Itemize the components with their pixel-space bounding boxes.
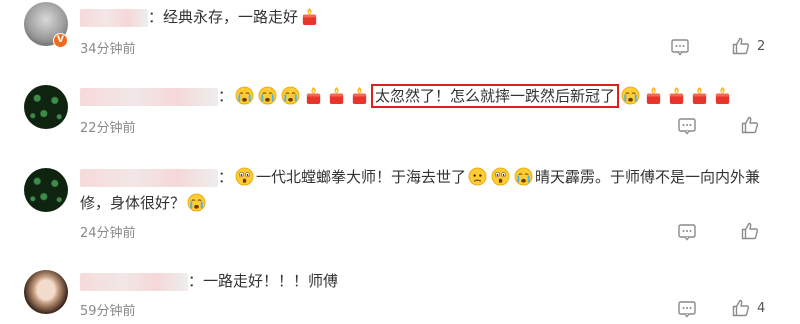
comment-time: 24分钟前 [80, 226, 136, 241]
crying-emoji [621, 86, 640, 105]
username-blurred[interactable] [80, 87, 218, 106]
username-blurred[interactable] [80, 8, 148, 27]
candle-emoji [713, 86, 732, 105]
comment-colon: ： [218, 168, 234, 186]
comment-body: ：一路走好！！！师傅 [188, 272, 339, 290]
thumbs-up-icon[interactable] [731, 298, 751, 318]
shocked-emoji [235, 167, 254, 186]
comment-body: ：经典永存，一路走好 [148, 8, 299, 26]
thumbs-up-icon[interactable] [740, 115, 760, 135]
crying-emoji [187, 193, 206, 212]
comment-text: ： 太忽然了！怎么就摔一跌然后新冠了 [80, 83, 734, 109]
comment-text: ：经典永存，一路走好 [80, 4, 321, 30]
like-count: 2 [757, 39, 766, 54]
username-blurred[interactable] [80, 272, 188, 291]
comment-colon: ： [218, 87, 234, 105]
like-count: 4 [757, 301, 766, 316]
comment-item: V ：经典永存，一路走好 34分钟前 2 [0, 0, 800, 70]
avatar[interactable] [24, 270, 68, 314]
crying-emoji [258, 86, 277, 105]
shocked-emoji [491, 167, 510, 186]
candle-emoji [667, 86, 686, 105]
comment-body: 一代北螳螂拳大师！于海去世了 [256, 168, 467, 186]
username-blurred[interactable] [80, 168, 218, 187]
candle-emoji [350, 86, 369, 105]
comment-text-line2: 修，身体很好？ [80, 190, 208, 216]
candle-emoji [304, 86, 323, 105]
comment-time: 22分钟前 [80, 121, 136, 136]
comment-icon[interactable] [670, 37, 690, 57]
worried-emoji [468, 167, 487, 186]
comment-item: ： 太忽然了！怎么就摔一跌然后新冠了 22分钟前 [0, 75, 800, 145]
avatar[interactable] [24, 168, 68, 212]
crying-emoji [235, 86, 254, 105]
avatar[interactable] [24, 85, 68, 129]
comment-icon[interactable] [677, 222, 697, 242]
highlighted-text: 太忽然了！怎么就摔一跌然后新冠了 [371, 84, 620, 108]
thumbs-up-icon[interactable] [740, 221, 760, 241]
comment-body: 晴天霹雳。于师傅不是一向内外兼 [535, 168, 761, 186]
comment-text: ：一路走好！！！师傅 [80, 268, 338, 294]
candle-emoji [300, 7, 319, 26]
candle-emoji [690, 86, 709, 105]
comment-item: ： 一代北螳螂拳大师！于海去世了 晴天霹雳。于师傅不是一向内外兼 修，身体很好？ 2… [0, 158, 800, 248]
candle-emoji [644, 86, 663, 105]
comment-time: 59分钟前 [80, 304, 136, 319]
crying-emoji [281, 86, 300, 105]
comment-icon[interactable] [677, 299, 697, 319]
comment-body: 修，身体很好？ [80, 194, 186, 212]
candle-emoji [327, 86, 346, 105]
verified-badge-icon: V [53, 33, 68, 48]
comment-item: ：一路走好！！！师傅 59分钟前 4 [0, 262, 800, 324]
comment-icon[interactable] [677, 116, 697, 136]
crying-emoji [514, 167, 533, 186]
comment-text: ： 一代北螳螂拳大师！于海去世了 晴天霹雳。于师傅不是一向内外兼 [80, 164, 760, 190]
thumbs-up-icon[interactable] [731, 36, 751, 56]
comment-time: 34分钟前 [80, 42, 136, 57]
